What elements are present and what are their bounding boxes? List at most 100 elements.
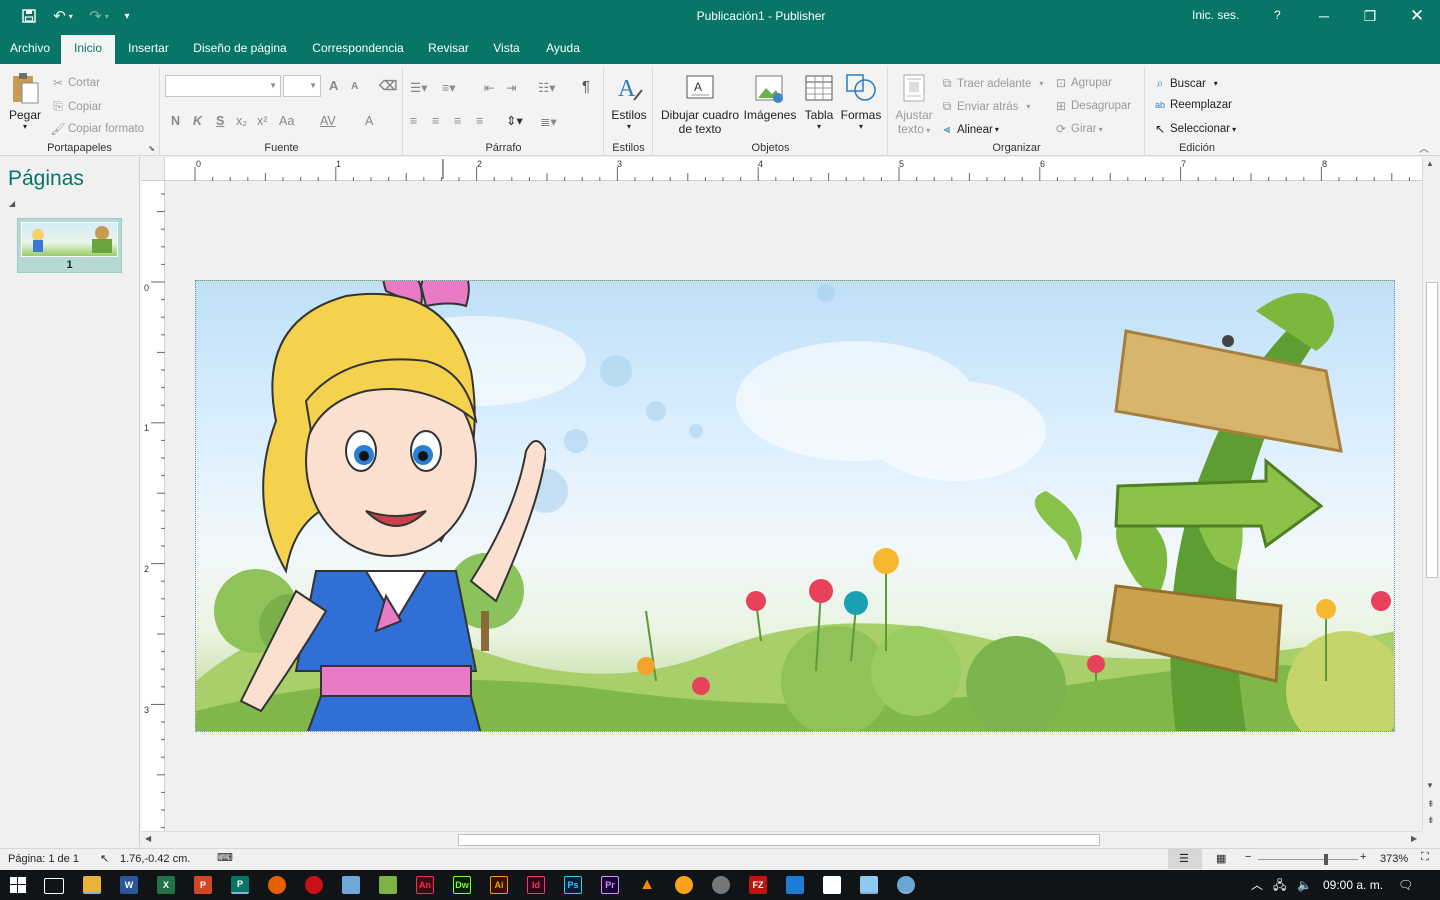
tab-vista[interactable]: Vista <box>485 32 528 64</box>
shrink-font-button[interactable]: A <box>351 81 358 92</box>
align-left-icon[interactable]: ≡ <box>410 114 417 128</box>
scroll-thumb[interactable] <box>1426 282 1438 578</box>
align-center-icon[interactable]: ≡ <box>432 114 439 128</box>
tab-correspondencia[interactable]: Correspondencia <box>304 32 412 64</box>
tab-insertar[interactable]: Insertar <box>120 32 177 64</box>
dreamweaver-icon[interactable]: Dw <box>453 876 471 894</box>
font-name-dropdown[interactable]: ▼ <box>165 75 281 97</box>
page-info[interactable]: Página: 1 de 1 <box>8 853 79 865</box>
vertical-scrollbar[interactable]: ▲ ▼ ⇞ ⇟ <box>1422 157 1440 831</box>
girl-character-image[interactable] <box>226 280 546 732</box>
images-button[interactable]: Imágenes <box>742 72 798 122</box>
zoom-out-icon[interactable]: − <box>1245 851 1251 863</box>
photoshop-icon[interactable]: Ps <box>564 876 582 894</box>
document-canvas[interactable] <box>166 182 1422 831</box>
opera-icon[interactable] <box>305 876 323 894</box>
scroll-left-icon[interactable]: ◀ <box>145 834 151 843</box>
box-icon[interactable] <box>823 876 841 894</box>
animate-icon[interactable]: An <box>416 876 434 894</box>
excel-icon[interactable]: X <box>157 876 175 894</box>
line-spacing-icon[interactable]: ⇕▾ <box>506 113 523 128</box>
ungroup-button[interactable]: ⊞ Desagrupar <box>1053 99 1131 113</box>
publication-page[interactable] <box>195 280 1395 732</box>
sign-in-link[interactable]: Inic. ses. <box>1192 8 1239 22</box>
zoom-slider-thumb[interactable] <box>1324 854 1328 865</box>
font-color-button[interactable]: A <box>365 114 373 128</box>
illustrator-icon[interactable]: Ai <box>490 876 508 894</box>
rotate-button[interactable]: ⟳ Girar ▾ <box>1053 122 1103 136</box>
chevron-up-icon[interactable]: ︿ <box>1251 870 1263 900</box>
italic-button[interactable]: K <box>193 114 202 128</box>
filezilla-icon[interactable]: FZ <box>749 876 767 894</box>
horizontal-ruler[interactable]: 0 1 2 3 4 5 6 7 8 <box>165 157 1422 181</box>
font-size-dropdown[interactable]: ▼ <box>283 75 321 97</box>
word-icon[interactable]: W <box>120 876 138 894</box>
next-page-icon[interactable]: ⇟ <box>1427 815 1435 826</box>
wrap-text-button[interactable]: Ajustar texto ▾ <box>891 72 937 136</box>
task-view-icon[interactable] <box>44 878 64 894</box>
notifications-icon[interactable]: 🗨 <box>1398 870 1413 900</box>
paragraph-spacing-icon[interactable]: ≣▾ <box>540 114 557 129</box>
notes-icon[interactable] <box>860 876 878 894</box>
collapse-ribbon-icon[interactable]: ︿ <box>1419 140 1429 155</box>
columns-icon[interactable]: ☷▾ <box>538 80 555 95</box>
format-painter-button[interactable]: 🖌 Copiar formato <box>50 122 144 136</box>
restore-icon[interactable]: ❐ <box>1347 0 1393 32</box>
numbering-icon[interactable]: ≡▾ <box>442 80 456 95</box>
copy-button[interactable]: ⎘ Copiar <box>50 99 102 114</box>
single-page-view-icon[interactable]: ☰ <box>1168 849 1202 869</box>
page-thumbnail[interactable]: 1 <box>17 218 122 273</box>
two-page-view-icon[interactable]: ▦ <box>1216 852 1226 865</box>
cut-button[interactable]: ✂ Cortar <box>50 76 100 90</box>
premiere-icon[interactable]: Pr <box>601 876 619 894</box>
scroll-up-icon[interactable]: ▲ <box>1426 159 1434 168</box>
tab-inicio[interactable]: Inicio <box>61 35 115 64</box>
clear-formatting-icon[interactable]: ⌫ <box>379 78 397 94</box>
scroll-thumb[interactable] <box>458 834 1100 846</box>
windows-start-icon[interactable] <box>10 877 26 896</box>
char-spacing-button[interactable]: AV <box>320 114 336 128</box>
horizontal-scrollbar[interactable]: ◀ ▶ <box>141 831 1422 848</box>
bullets-icon[interactable]: ☰▾ <box>410 80 427 95</box>
underline-button[interactable]: S <box>216 114 224 128</box>
collapse-triangle-icon[interactable]: ◢ <box>9 199 15 208</box>
subscript-button[interactable]: x₂ <box>236 114 247 128</box>
previous-page-icon[interactable]: ⇞ <box>1427 799 1435 810</box>
publisher-icon[interactable]: P <box>231 876 249 894</box>
send-backward-button[interactable]: ⧉ Enviar atrás ▾ <box>939 99 1031 114</box>
tab-diseno-pagina[interactable]: Diseño de página <box>186 32 294 64</box>
table-button[interactable]: Tabla ▾ <box>800 72 838 131</box>
replace-button[interactable]: ab Reemplazar <box>1152 99 1232 111</box>
superscript-button[interactable]: x² <box>257 114 267 128</box>
tab-revisar[interactable]: Revisar <box>420 32 477 64</box>
styles-button[interactable]: A Estilos ▾ <box>609 72 649 131</box>
justify-icon[interactable]: ≡ <box>476 114 483 128</box>
firefox-icon[interactable] <box>268 876 286 894</box>
file-explorer-icon[interactable] <box>83 876 101 894</box>
minimize-icon[interactable]: ─ <box>1301 0 1347 32</box>
volume-icon[interactable]: 🔈 <box>1297 870 1312 900</box>
shapes-button[interactable]: Formas ▾ <box>840 72 882 131</box>
avast-icon[interactable] <box>675 876 693 894</box>
scroll-down-icon[interactable]: ▼ <box>1426 781 1434 790</box>
increase-indent-icon[interactable]: ⇥ <box>506 80 516 95</box>
zoom-in-icon[interactable]: + <box>1360 851 1366 863</box>
close-icon[interactable]: ✕ <box>1394 0 1440 32</box>
indesign-icon[interactable]: Id <box>527 876 545 894</box>
vertical-ruler[interactable]: 0 1 2 3 <box>141 181 165 831</box>
tab-ayuda[interactable]: Ayuda <box>537 32 589 64</box>
help-button[interactable]: ? <box>1274 8 1281 22</box>
network-icon[interactable]: 🖧 <box>1273 870 1286 900</box>
paint-icon[interactable] <box>897 876 915 894</box>
group-button[interactable]: ⊡ Agrupar <box>1053 76 1112 90</box>
align-right-icon[interactable]: ≡ <box>454 114 461 128</box>
3d-builder-icon[interactable] <box>342 876 360 894</box>
zoom-level[interactable]: 373% <box>1380 853 1408 865</box>
grow-font-button[interactable]: A <box>329 78 338 93</box>
tab-archivo[interactable]: Archivo <box>0 32 60 64</box>
select-button[interactable]: ↖ Seleccionar ▾ <box>1152 122 1236 136</box>
vlc-icon[interactable]: ▲ <box>638 876 656 894</box>
chrome-icon[interactable] <box>712 876 730 894</box>
powerpoint-icon[interactable]: P <box>194 876 212 894</box>
decrease-indent-icon[interactable]: ⇤ <box>484 80 494 95</box>
